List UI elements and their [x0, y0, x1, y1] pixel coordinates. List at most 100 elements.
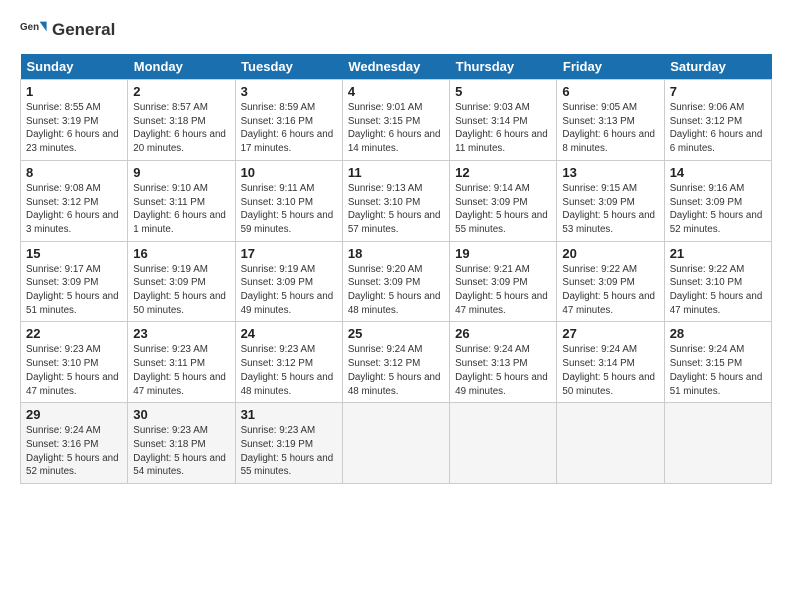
day-number: 19	[455, 246, 551, 261]
col-wednesday: Wednesday	[342, 54, 449, 80]
calendar-cell: 25 Sunrise: 9:24 AMSunset: 3:12 PMDaylig…	[342, 322, 449, 403]
calendar-cell: 16 Sunrise: 9:19 AMSunset: 3:09 PMDaylig…	[128, 241, 235, 322]
day-number: 6	[562, 84, 658, 99]
col-friday: Friday	[557, 54, 664, 80]
day-number: 16	[133, 246, 229, 261]
col-sunday: Sunday	[21, 54, 128, 80]
logo-icon: Gen	[20, 16, 48, 44]
logo-text: General	[52, 20, 115, 40]
calendar-week-1: 1 Sunrise: 8:55 AMSunset: 3:19 PMDayligh…	[21, 80, 772, 161]
day-number: 25	[348, 326, 444, 341]
day-info: Sunrise: 9:23 AMSunset: 3:12 PMDaylight:…	[241, 343, 337, 398]
day-info: Sunrise: 8:59 AMSunset: 3:16 PMDaylight:…	[241, 101, 337, 156]
calendar-cell: 5 Sunrise: 9:03 AMSunset: 3:14 PMDayligh…	[450, 80, 557, 161]
day-info: Sunrise: 9:24 AMSunset: 3:14 PMDaylight:…	[562, 343, 658, 398]
calendar-cell	[664, 403, 771, 484]
day-number: 22	[26, 326, 122, 341]
calendar-cell: 4 Sunrise: 9:01 AMSunset: 3:15 PMDayligh…	[342, 80, 449, 161]
calendar-cell: 28 Sunrise: 9:24 AMSunset: 3:15 PMDaylig…	[664, 322, 771, 403]
calendar-cell: 7 Sunrise: 9:06 AMSunset: 3:12 PMDayligh…	[664, 80, 771, 161]
day-number: 28	[670, 326, 766, 341]
day-info: Sunrise: 9:24 AMSunset: 3:15 PMDaylight:…	[670, 343, 766, 398]
calendar-cell: 11 Sunrise: 9:13 AMSunset: 3:10 PMDaylig…	[342, 160, 449, 241]
day-info: Sunrise: 9:03 AMSunset: 3:14 PMDaylight:…	[455, 101, 551, 156]
day-info: Sunrise: 8:57 AMSunset: 3:18 PMDaylight:…	[133, 101, 229, 156]
day-number: 1	[26, 84, 122, 99]
logo: Gen General	[20, 16, 115, 44]
day-number: 8	[26, 165, 122, 180]
day-info: Sunrise: 9:16 AMSunset: 3:09 PMDaylight:…	[670, 182, 766, 237]
day-info: Sunrise: 9:24 AMSunset: 3:12 PMDaylight:…	[348, 343, 444, 398]
calendar-cell: 6 Sunrise: 9:05 AMSunset: 3:13 PMDayligh…	[557, 80, 664, 161]
header-row: Sunday Monday Tuesday Wednesday Thursday…	[21, 54, 772, 80]
calendar-page: Gen General Sunday Monday Tuesday Wednes…	[0, 0, 792, 494]
calendar-cell: 9 Sunrise: 9:10 AMSunset: 3:11 PMDayligh…	[128, 160, 235, 241]
calendar-cell: 18 Sunrise: 9:20 AMSunset: 3:09 PMDaylig…	[342, 241, 449, 322]
calendar-cell: 13 Sunrise: 9:15 AMSunset: 3:09 PMDaylig…	[557, 160, 664, 241]
calendar-cell: 10 Sunrise: 9:11 AMSunset: 3:10 PMDaylig…	[235, 160, 342, 241]
day-info: Sunrise: 9:10 AMSunset: 3:11 PMDaylight:…	[133, 182, 229, 237]
calendar-cell: 27 Sunrise: 9:24 AMSunset: 3:14 PMDaylig…	[557, 322, 664, 403]
day-number: 15	[26, 246, 122, 261]
day-number: 21	[670, 246, 766, 261]
day-info: Sunrise: 9:13 AMSunset: 3:10 PMDaylight:…	[348, 182, 444, 237]
day-info: Sunrise: 9:14 AMSunset: 3:09 PMDaylight:…	[455, 182, 551, 237]
calendar-cell: 23 Sunrise: 9:23 AMSunset: 3:11 PMDaylig…	[128, 322, 235, 403]
day-number: 5	[455, 84, 551, 99]
day-info: Sunrise: 9:06 AMSunset: 3:12 PMDaylight:…	[670, 101, 766, 156]
calendar-cell: 17 Sunrise: 9:19 AMSunset: 3:09 PMDaylig…	[235, 241, 342, 322]
day-number: 20	[562, 246, 658, 261]
calendar-cell	[557, 403, 664, 484]
day-info: Sunrise: 9:19 AMSunset: 3:09 PMDaylight:…	[241, 263, 337, 318]
day-info: Sunrise: 9:24 AMSunset: 3:13 PMDaylight:…	[455, 343, 551, 398]
calendar-cell: 19 Sunrise: 9:21 AMSunset: 3:09 PMDaylig…	[450, 241, 557, 322]
calendar-week-2: 8 Sunrise: 9:08 AMSunset: 3:12 PMDayligh…	[21, 160, 772, 241]
calendar-cell: 3 Sunrise: 8:59 AMSunset: 3:16 PMDayligh…	[235, 80, 342, 161]
calendar-cell	[342, 403, 449, 484]
day-number: 3	[241, 84, 337, 99]
col-tuesday: Tuesday	[235, 54, 342, 80]
day-info: Sunrise: 9:24 AMSunset: 3:16 PMDaylight:…	[26, 424, 122, 479]
day-info: Sunrise: 9:17 AMSunset: 3:09 PMDaylight:…	[26, 263, 122, 318]
col-thursday: Thursday	[450, 54, 557, 80]
day-info: Sunrise: 9:22 AMSunset: 3:09 PMDaylight:…	[562, 263, 658, 318]
day-number: 29	[26, 407, 122, 422]
day-number: 30	[133, 407, 229, 422]
col-saturday: Saturday	[664, 54, 771, 80]
calendar-cell: 1 Sunrise: 8:55 AMSunset: 3:19 PMDayligh…	[21, 80, 128, 161]
day-info: Sunrise: 9:20 AMSunset: 3:09 PMDaylight:…	[348, 263, 444, 318]
day-number: 23	[133, 326, 229, 341]
day-info: Sunrise: 8:55 AMSunset: 3:19 PMDaylight:…	[26, 101, 122, 156]
day-number: 12	[455, 165, 551, 180]
day-info: Sunrise: 9:19 AMSunset: 3:09 PMDaylight:…	[133, 263, 229, 318]
day-info: Sunrise: 9:05 AMSunset: 3:13 PMDaylight:…	[562, 101, 658, 156]
calendar-cell: 2 Sunrise: 8:57 AMSunset: 3:18 PMDayligh…	[128, 80, 235, 161]
day-number: 18	[348, 246, 444, 261]
calendar-cell: 14 Sunrise: 9:16 AMSunset: 3:09 PMDaylig…	[664, 160, 771, 241]
day-info: Sunrise: 9:23 AMSunset: 3:19 PMDaylight:…	[241, 424, 337, 479]
day-info: Sunrise: 9:23 AMSunset: 3:18 PMDaylight:…	[133, 424, 229, 479]
day-info: Sunrise: 9:21 AMSunset: 3:09 PMDaylight:…	[455, 263, 551, 318]
day-number: 31	[241, 407, 337, 422]
calendar-cell: 24 Sunrise: 9:23 AMSunset: 3:12 PMDaylig…	[235, 322, 342, 403]
col-monday: Monday	[128, 54, 235, 80]
calendar-table: Sunday Monday Tuesday Wednesday Thursday…	[20, 54, 772, 484]
day-number: 2	[133, 84, 229, 99]
day-number: 7	[670, 84, 766, 99]
calendar-cell: 31 Sunrise: 9:23 AMSunset: 3:19 PMDaylig…	[235, 403, 342, 484]
calendar-cell: 26 Sunrise: 9:24 AMSunset: 3:13 PMDaylig…	[450, 322, 557, 403]
day-number: 27	[562, 326, 658, 341]
calendar-cell: 20 Sunrise: 9:22 AMSunset: 3:09 PMDaylig…	[557, 241, 664, 322]
day-number: 9	[133, 165, 229, 180]
day-info: Sunrise: 9:23 AMSunset: 3:10 PMDaylight:…	[26, 343, 122, 398]
svg-text:Gen: Gen	[20, 22, 39, 33]
day-number: 11	[348, 165, 444, 180]
day-info: Sunrise: 9:08 AMSunset: 3:12 PMDaylight:…	[26, 182, 122, 237]
calendar-cell: 29 Sunrise: 9:24 AMSunset: 3:16 PMDaylig…	[21, 403, 128, 484]
calendar-cell: 15 Sunrise: 9:17 AMSunset: 3:09 PMDaylig…	[21, 241, 128, 322]
calendar-week-3: 15 Sunrise: 9:17 AMSunset: 3:09 PMDaylig…	[21, 241, 772, 322]
calendar-week-4: 22 Sunrise: 9:23 AMSunset: 3:10 PMDaylig…	[21, 322, 772, 403]
day-number: 26	[455, 326, 551, 341]
calendar-week-5: 29 Sunrise: 9:24 AMSunset: 3:16 PMDaylig…	[21, 403, 772, 484]
day-number: 17	[241, 246, 337, 261]
